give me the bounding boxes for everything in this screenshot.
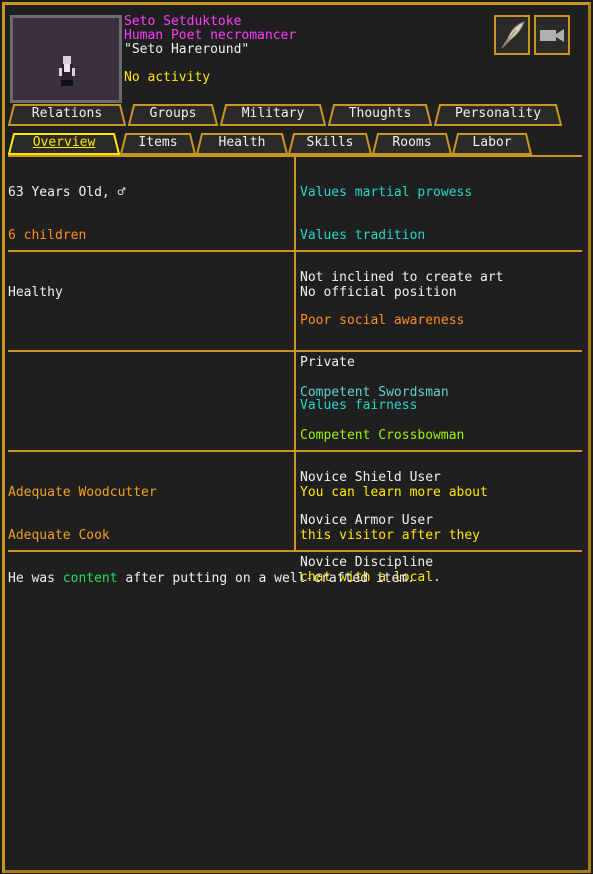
- quill-icon: [501, 21, 525, 49]
- tab-labor[interactable]: Labor: [452, 133, 532, 155]
- tab-relations[interactable]: Relations: [8, 104, 126, 126]
- skill-line: Competent Crossbowman: [300, 427, 465, 443]
- recent-thought: He was content after putting on a well-c…: [8, 572, 415, 586]
- tab-military[interactable]: Military: [220, 104, 326, 126]
- camera-icon: [540, 29, 564, 42]
- value-line: Values martial prowess: [300, 185, 473, 200]
- tab-skills[interactable]: Skills: [288, 133, 372, 155]
- tab-items[interactable]: Items: [120, 133, 196, 155]
- divider: [8, 450, 582, 452]
- visitor-note-line: You can learn more about: [300, 485, 488, 500]
- labor-skills-cell: Adequate Woodcutter Adequate Cook: [8, 458, 157, 557]
- follow-button[interactable]: [534, 15, 570, 55]
- unit-activity: No activity: [124, 70, 211, 85]
- skill-line: Competent Swordsman: [300, 385, 449, 400]
- value-line: Values tradition: [300, 227, 426, 243]
- unit-portrait: [10, 15, 122, 103]
- thought-suffix: after putting on a well-crafted item.: [117, 571, 416, 586]
- necromancer-sprite-icon: [59, 56, 75, 86]
- visitor-note-line: this visitor after they: [300, 527, 481, 543]
- thought-prefix: He was: [8, 571, 63, 586]
- tab-groups[interactable]: Groups: [128, 104, 218, 126]
- age-cell: 63 Years Old, ♂ 6 children: [8, 158, 125, 257]
- unit-header: Seto Setduktoke Human Poet necromancer "…: [124, 15, 296, 85]
- health-status: Healthy: [8, 285, 63, 300]
- tab-health[interactable]: Health: [196, 133, 288, 155]
- divider: [294, 155, 296, 551]
- health-cell: Healthy: [8, 258, 63, 315]
- value-line: Poor social awareness: [300, 312, 465, 328]
- official-position: No official position: [300, 285, 457, 300]
- unit-nickname: "Seto Hareround": [124, 42, 250, 57]
- skill-line: Adequate Cook: [8, 527, 110, 543]
- customize-button[interactable]: [494, 15, 530, 55]
- tab-row-top: Relations Groups Military Thoughts Perso…: [8, 104, 568, 126]
- skill-line: Adequate Woodcutter: [8, 485, 157, 500]
- unit-age: 63 Years Old, ♂: [8, 185, 126, 200]
- tab-rooms[interactable]: Rooms: [372, 133, 452, 155]
- position-cell: No official position: [300, 258, 457, 315]
- unit-name: Seto Setduktoke: [124, 14, 242, 29]
- thought-emotion: content: [62, 571, 118, 586]
- tab-personality[interactable]: Personality: [434, 104, 562, 126]
- tab-row-bottom: Overview Items Health Skills Rooms Labor: [8, 133, 568, 155]
- tab-thoughts[interactable]: Thoughts: [328, 104, 432, 126]
- unit-profession: Human Poet necromancer: [124, 28, 297, 43]
- tab-overview[interactable]: Overview: [8, 133, 120, 155]
- unit-children: 6 children: [8, 227, 87, 243]
